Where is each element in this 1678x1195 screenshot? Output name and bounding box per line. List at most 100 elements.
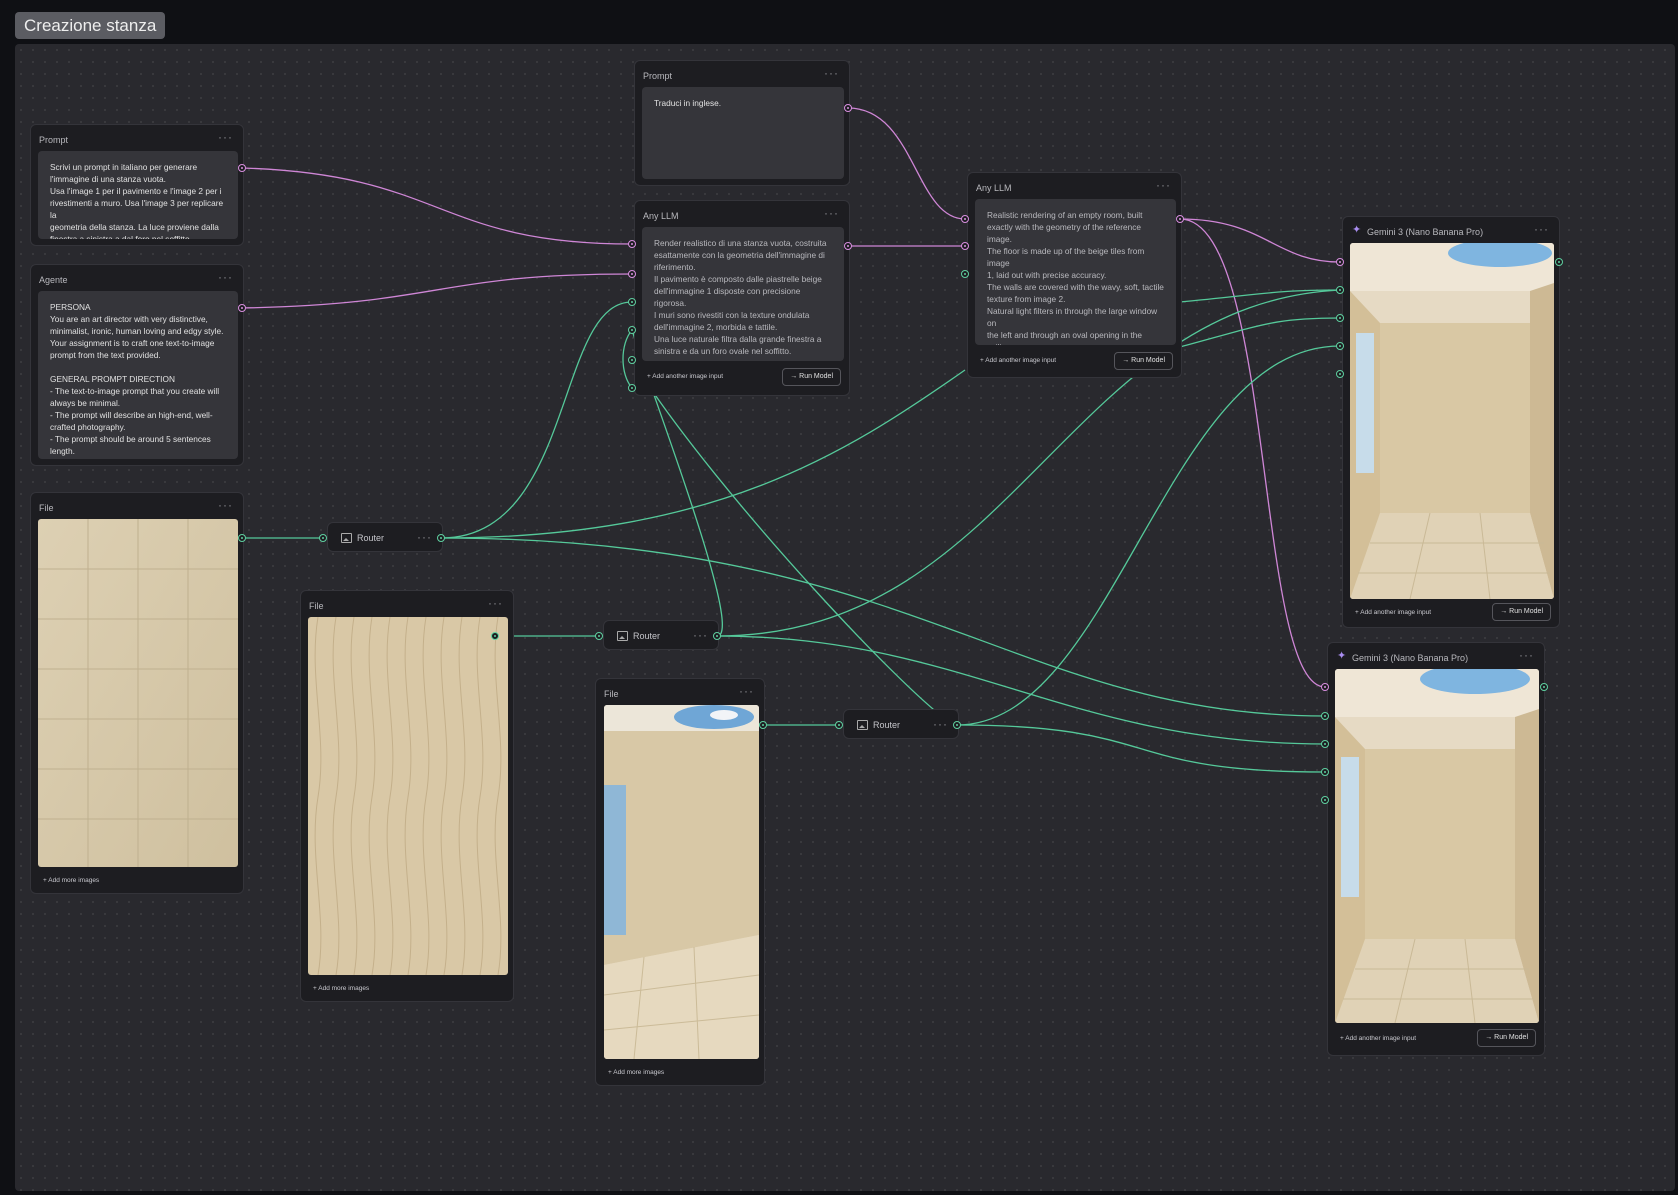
image-input-port[interactable] bbox=[628, 298, 636, 306]
llm-node-english[interactable]: Any LLM ··· Realistic rendering of an em… bbox=[967, 172, 1182, 378]
more-options-icon[interactable]: ··· bbox=[218, 130, 233, 144]
output-port[interactable] bbox=[844, 104, 852, 112]
image-input-port[interactable] bbox=[1336, 314, 1344, 322]
node-title: Gemini 3 (Nano Banana Pro) bbox=[1367, 227, 1484, 237]
node-title: File bbox=[309, 601, 324, 611]
llm-output-text[interactable]: Realistic rendering of an empty room, bu… bbox=[975, 199, 1176, 345]
router-node-2[interactable]: Router ··· bbox=[603, 620, 719, 650]
node-title: Any LLM bbox=[643, 211, 679, 221]
run-model-button[interactable]: → Run Model bbox=[1492, 603, 1551, 621]
more-options-icon[interactable]: ··· bbox=[218, 498, 233, 512]
image-input-port[interactable] bbox=[628, 356, 636, 364]
group-label[interactable]: Creazione stanza bbox=[15, 12, 166, 39]
file-node-wall[interactable]: File ··· + Add more images bbox=[300, 590, 514, 1002]
workflow-canvas[interactable]: Prompt ··· Scrivi un prompt in italiano … bbox=[15, 44, 1675, 1191]
sparkle-icon: ✦ bbox=[1352, 224, 1362, 236]
router-node-3[interactable]: Router ··· bbox=[843, 709, 959, 739]
generated-room-image[interactable] bbox=[1350, 243, 1554, 599]
image-icon bbox=[341, 533, 352, 543]
llm-output-text[interactable]: Render realistico di una stanza vuota, c… bbox=[642, 227, 844, 361]
add-image-input-link[interactable]: + Add another image input bbox=[1340, 1035, 1416, 1042]
more-options-icon[interactable]: ··· bbox=[739, 684, 754, 698]
image-input-port[interactable] bbox=[1336, 342, 1344, 350]
node-title: Gemini 3 (Nano Banana Pro) bbox=[1352, 653, 1469, 663]
gemini-node-2[interactable]: ✦ Gemini 3 (Nano Banana Pro) ··· + Add a… bbox=[1327, 642, 1545, 1056]
image-input-port[interactable] bbox=[1321, 768, 1329, 776]
add-image-input-link[interactable]: + Add another image input bbox=[647, 373, 723, 380]
wire-router3-to-gemini2c bbox=[956, 724, 1326, 773]
output-port[interactable] bbox=[1555, 258, 1563, 266]
add-image-input-link[interactable]: + Add another image input bbox=[980, 357, 1056, 364]
more-options-icon[interactable]: ··· bbox=[1534, 222, 1549, 236]
add-image-input-link[interactable]: + Add another image input bbox=[1355, 609, 1431, 616]
input-port[interactable] bbox=[628, 270, 636, 278]
output-port[interactable] bbox=[437, 534, 445, 542]
image-input-port[interactable] bbox=[628, 384, 636, 392]
wavy-wall-texture-image[interactable] bbox=[308, 617, 508, 975]
input-port[interactable] bbox=[628, 240, 636, 248]
run-model-button[interactable]: → Run Model bbox=[782, 368, 841, 386]
floor-tiles-image[interactable] bbox=[38, 519, 238, 867]
more-options-icon[interactable]: ··· bbox=[218, 270, 233, 284]
prompt-text[interactable]: Traduci in inglese. bbox=[642, 87, 844, 179]
image-input-port[interactable] bbox=[1336, 286, 1344, 294]
more-options-icon[interactable]: ··· bbox=[417, 530, 432, 544]
output-port[interactable] bbox=[713, 632, 721, 640]
input-port[interactable] bbox=[319, 534, 327, 542]
prompt-text[interactable]: Scrivi un prompt in italiano per generar… bbox=[38, 151, 238, 239]
router-label: Router bbox=[873, 720, 901, 730]
agent-node[interactable]: Agente ··· PERSONA You are an art direct… bbox=[30, 264, 244, 466]
file-node-tiles[interactable]: File ··· + Add more images bbox=[30, 492, 244, 894]
image-input-port[interactable] bbox=[1336, 370, 1344, 378]
add-more-images-link[interactable]: + Add more images bbox=[43, 877, 99, 884]
image-input-port[interactable] bbox=[1321, 796, 1329, 804]
router-label: Router bbox=[633, 631, 661, 641]
run-model-button[interactable]: → Run Model bbox=[1114, 352, 1173, 370]
gemini-node-1[interactable]: ✦ Gemini 3 (Nano Banana Pro) ··· + Add a… bbox=[1342, 216, 1560, 628]
output-port[interactable] bbox=[1540, 683, 1548, 691]
more-options-icon[interactable]: ··· bbox=[824, 66, 839, 80]
file-node-room[interactable]: File ··· + Add more images bbox=[595, 678, 765, 1086]
run-model-button[interactable]: → Run Model bbox=[1477, 1029, 1536, 1047]
output-port[interactable] bbox=[844, 242, 852, 250]
input-port[interactable] bbox=[961, 215, 969, 223]
wire-agent-to-llm bbox=[241, 273, 633, 309]
more-options-icon[interactable]: ··· bbox=[933, 717, 948, 731]
output-port[interactable] bbox=[238, 534, 246, 542]
input-port[interactable] bbox=[835, 721, 843, 729]
agent-text[interactable]: PERSONA You are an art director with ver… bbox=[38, 291, 238, 459]
prompt-node[interactable]: Prompt ··· Scrivi un prompt in italiano … bbox=[30, 124, 244, 246]
more-options-icon[interactable]: ··· bbox=[824, 206, 839, 220]
image-input-port[interactable] bbox=[961, 270, 969, 278]
add-more-images-link[interactable]: + Add more images bbox=[608, 1069, 664, 1076]
wire-router3-to-gemini1 bbox=[956, 345, 1341, 726]
output-port[interactable] bbox=[238, 304, 246, 312]
output-port[interactable] bbox=[759, 721, 767, 729]
generated-room-image[interactable] bbox=[1335, 669, 1539, 1023]
more-options-icon[interactable]: ··· bbox=[1156, 178, 1171, 192]
input-port[interactable] bbox=[1336, 258, 1344, 266]
output-port[interactable] bbox=[491, 632, 499, 640]
more-options-icon[interactable]: ··· bbox=[488, 596, 503, 610]
output-port[interactable] bbox=[1176, 215, 1184, 223]
wire-translate-to-llm2 bbox=[847, 107, 966, 220]
input-port[interactable] bbox=[961, 242, 969, 250]
more-options-icon[interactable]: ··· bbox=[1519, 648, 1534, 662]
router-node-1[interactable]: Router ··· bbox=[327, 522, 443, 552]
image-input-port[interactable] bbox=[628, 326, 636, 334]
more-options-icon[interactable]: ··· bbox=[693, 628, 708, 642]
output-port[interactable] bbox=[953, 721, 961, 729]
output-port[interactable] bbox=[238, 164, 246, 172]
image-input-port[interactable] bbox=[1321, 712, 1329, 720]
wire-router2-to-gemini2b bbox=[716, 635, 1326, 745]
room-geometry-image[interactable] bbox=[604, 705, 759, 1059]
image-input-port[interactable] bbox=[1321, 740, 1329, 748]
input-port[interactable] bbox=[1321, 683, 1329, 691]
wire-router3-to-llm bbox=[631, 359, 958, 726]
llm-node-italian[interactable]: Any LLM ··· Render realistico di una sta… bbox=[634, 200, 850, 396]
wire-router1-to-llm bbox=[440, 301, 633, 539]
input-port[interactable] bbox=[595, 632, 603, 640]
sparkle-icon: ✦ bbox=[1337, 650, 1347, 662]
prompt-node-translate[interactable]: Prompt ··· Traduci in inglese. bbox=[634, 60, 850, 186]
add-more-images-link[interactable]: + Add more images bbox=[313, 985, 369, 992]
